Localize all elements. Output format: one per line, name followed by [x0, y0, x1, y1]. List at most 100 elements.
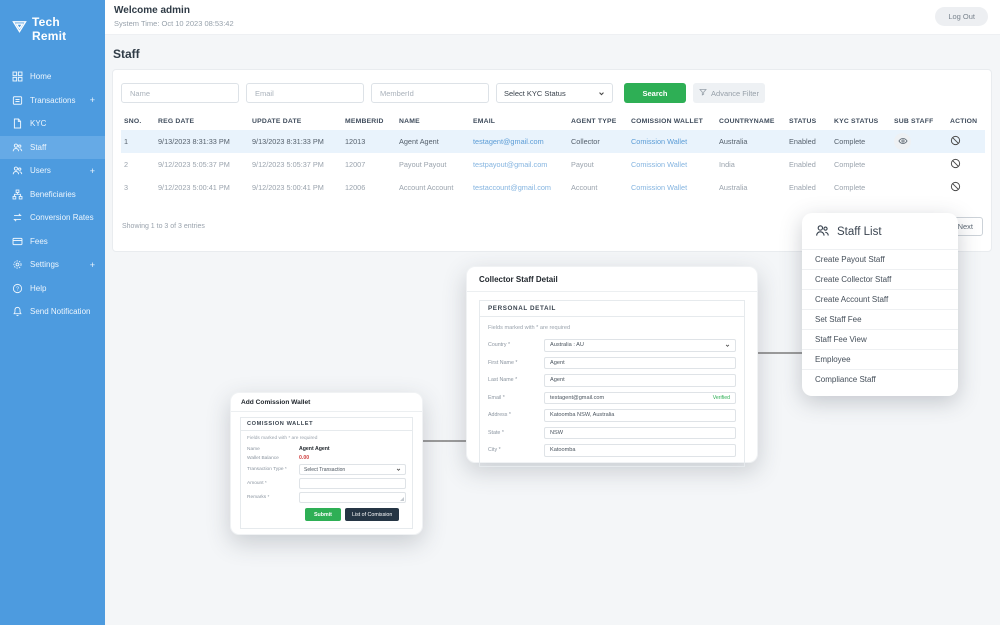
sidebar-item-label: Transactions — [30, 96, 76, 105]
last-name-value: Agent — [550, 377, 565, 383]
table-row: 2 9/12/2023 5:05:37 PM 9/12/2023 5:05:37… — [121, 153, 985, 176]
disable-action-button[interactable] — [950, 134, 961, 149]
cell-status: Enabled — [786, 153, 831, 176]
search-button[interactable]: Search — [624, 83, 686, 103]
menu-item-create-payout-staff[interactable]: Create Payout Staff — [802, 249, 958, 269]
field-label: Country * — [488, 342, 544, 348]
chevron-down-icon — [725, 343, 730, 348]
email-filter-input[interactable] — [246, 83, 364, 103]
expand-plus-icon[interactable]: + — [90, 260, 95, 270]
expand-plus-icon[interactable]: + — [90, 95, 95, 105]
country-select[interactable]: Australia : AU — [544, 339, 736, 352]
sidebar-item-beneficiaries[interactable]: Beneficiaries — [0, 183, 105, 207]
section-header: PERSONAL DETAIL — [480, 301, 744, 317]
field-label: Name — [247, 447, 299, 452]
col-comission-wallet: COMISSION WALLET — [628, 112, 716, 130]
svg-text:?: ? — [16, 286, 20, 292]
comission-wallet-link[interactable]: Comission Wallet — [631, 160, 687, 169]
sidebar-item-users[interactable]: Users + — [0, 159, 105, 183]
cell-update-date: 9/12/2023 5:05:37 PM — [249, 153, 342, 176]
email-link[interactable]: testagent@gmail.com — [473, 137, 544, 146]
cell-status: Enabled — [786, 176, 831, 199]
sidebar-item-settings[interactable]: Settings + — [0, 253, 105, 277]
email-link[interactable]: testpayout@gmail.com — [473, 160, 547, 169]
name-filter-input[interactable] — [121, 83, 239, 103]
cell-reg-date: 9/12/2023 5:05:37 PM — [155, 153, 249, 176]
dialog-connector-line — [423, 440, 467, 442]
disable-action-button[interactable] — [950, 157, 961, 172]
cell-name: Account Account — [396, 176, 470, 199]
form-row-transaction-type: Transaction Type * Select Transaction — [247, 464, 406, 475]
block-icon — [950, 157, 961, 172]
city-value: Katoomba — [550, 447, 576, 453]
cell-update-date: 9/13/2023 8:31:33 PM — [249, 130, 342, 153]
sidebar-item-label: Help — [30, 284, 46, 293]
table-header-row: SNO. REG DATE UPDATE DATE MEMBERID NAME … — [121, 112, 985, 130]
cell-kyc-status: Complete — [831, 153, 891, 176]
first-name-value: Agent — [550, 360, 565, 366]
list-of-comission-button[interactable]: List of Comission — [345, 508, 399, 521]
chevron-down-icon — [598, 90, 605, 97]
city-field[interactable]: Katoomba — [544, 444, 736, 457]
sidebar-item-kyc[interactable]: KYC — [0, 112, 105, 136]
logout-button[interactable]: Log Out — [935, 7, 988, 26]
email-field[interactable]: testagent@gmail.com Verified — [544, 392, 736, 405]
sub-staff-view-button[interactable] — [894, 133, 911, 150]
cell-country: Australia — [716, 130, 786, 153]
sidebar-item-conversion-rates[interactable]: Conversion Rates — [0, 206, 105, 230]
col-action: ACTION — [947, 112, 985, 130]
sidebar-item-send-notification[interactable]: Send Notification — [0, 300, 105, 324]
welcome-text: Welcome admin — [114, 5, 234, 16]
cell-country: India — [716, 153, 786, 176]
form-row-first-name: First Name * Agent — [488, 357, 736, 370]
sidebar-nav: Home Transactions + KYC Staff Users + Be… — [0, 65, 105, 324]
first-name-field[interactable]: Agent — [544, 357, 736, 370]
menu-item-set-staff-fee[interactable]: Set Staff Fee — [802, 309, 958, 329]
address-field[interactable]: Katoomba NSW, Australia — [544, 409, 736, 422]
advance-filter-button[interactable]: Advance Filter — [693, 83, 765, 103]
remarks-textarea[interactable] — [299, 492, 406, 503]
transaction-type-select[interactable]: Select Transaction — [299, 464, 406, 475]
kyc-status-select[interactable]: Select KYC Status — [496, 83, 613, 103]
beneficiaries-icon — [12, 189, 23, 200]
memberid-filter-input[interactable] — [371, 83, 489, 103]
comission-wallet-link[interactable]: Comission Wallet — [631, 137, 687, 146]
last-name-field[interactable]: Agent — [544, 374, 736, 387]
sidebar-item-help[interactable]: ? Help — [0, 277, 105, 301]
state-value: NSW — [550, 430, 563, 436]
menu-item-compliance-staff[interactable]: Compliance Staff — [802, 369, 958, 389]
submit-button[interactable]: Submit — [305, 508, 341, 521]
form-row-last-name: Last Name * Agent — [488, 374, 736, 387]
col-kyc-status: KYC STATUS — [831, 112, 891, 130]
menu-item-staff-fee-view[interactable]: Staff Fee View — [802, 329, 958, 349]
field-label: Last Name * — [488, 377, 544, 383]
sidebar-item-home[interactable]: Home — [0, 65, 105, 89]
wallet-dialog-buttons: Submit List of Comission — [247, 508, 406, 521]
disable-action-button[interactable] — [950, 180, 961, 195]
amount-input[interactable] — [299, 478, 406, 489]
expand-plus-icon[interactable]: + — [90, 166, 95, 176]
col-countryname: COUNTRYNAME — [716, 112, 786, 130]
email-link[interactable]: testaccount@gmail.com — [473, 183, 551, 192]
sidebar-item-label: Staff — [30, 143, 46, 152]
state-field[interactable]: NSW — [544, 427, 736, 440]
block-icon — [950, 180, 961, 195]
menu-item-create-account-staff[interactable]: Create Account Staff — [802, 289, 958, 309]
sidebar-item-staff[interactable]: Staff — [0, 136, 105, 160]
sidebar-item-fees[interactable]: Fees — [0, 230, 105, 254]
field-label: Transaction Type * — [247, 467, 299, 472]
field-label: Address * — [488, 412, 544, 418]
staff-list-menu: Staff List Create Payout Staff Create Co… — [802, 213, 958, 396]
cell-kyc-status: Complete — [831, 130, 891, 153]
section-header: COMISSION WALLET — [241, 418, 412, 431]
dialog-title: Collector Staff Detail — [467, 267, 757, 292]
menu-item-employee[interactable]: Employee — [802, 349, 958, 369]
sidebar-item-transactions[interactable]: Transactions + — [0, 89, 105, 113]
col-email: EMAIL — [470, 112, 568, 130]
field-label: Remarks * — [247, 495, 299, 500]
comission-wallet-link[interactable]: Comission Wallet — [631, 183, 687, 192]
people-icon — [815, 223, 830, 241]
menu-item-create-collector-staff[interactable]: Create Collector Staff — [802, 269, 958, 289]
sidebar-item-label: Fees — [30, 237, 48, 246]
pagination-summary: Showing 1 to 3 of 3 entries — [122, 223, 205, 230]
